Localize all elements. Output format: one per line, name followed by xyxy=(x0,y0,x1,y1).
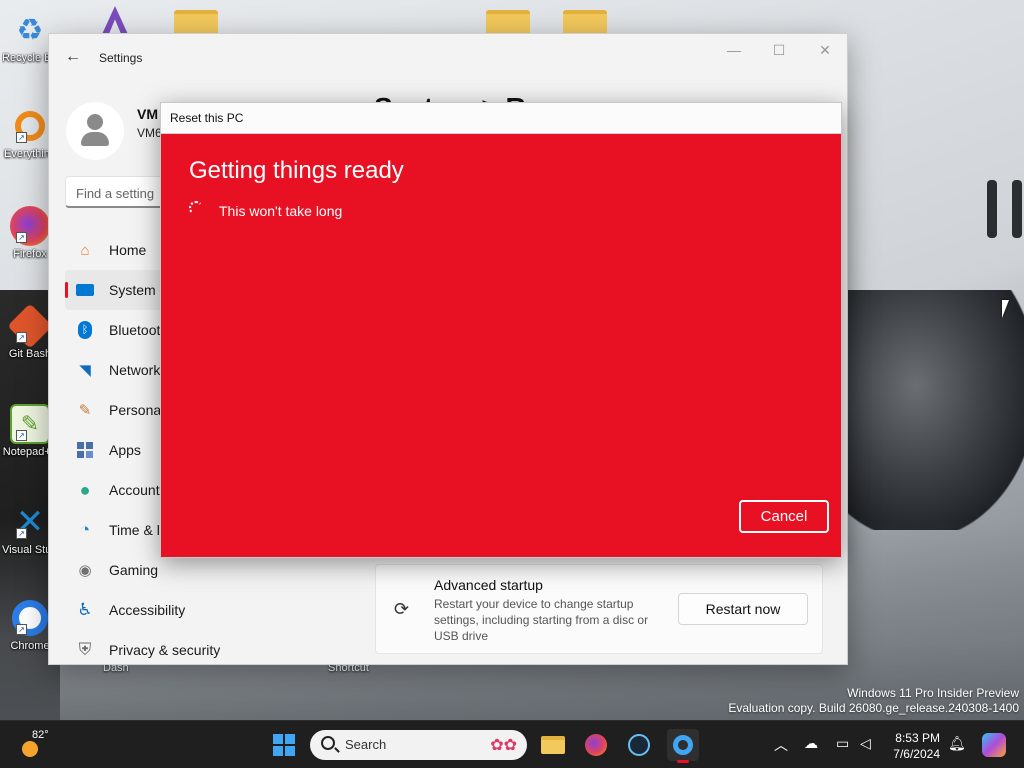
nav-item-accessibility[interactable]: ♿ Accessibility xyxy=(65,590,315,630)
dialog-heading: Getting things ready xyxy=(189,157,404,184)
weather-temp: 82° xyxy=(32,729,49,741)
firefox-taskbar-button[interactable] xyxy=(580,729,612,761)
windows-watermark: Windows 11 Pro Insider Preview Evaluatio… xyxy=(728,686,1019,716)
wallpaper-slot xyxy=(987,180,997,238)
shortcut-arrow-icon: ↗ xyxy=(16,528,27,539)
advanced-startup-description: Restart your device to change startup se… xyxy=(434,597,649,643)
settings-titlebar: ← Settings — ☐ ✕ xyxy=(49,34,847,82)
taskbar-search-input[interactable]: Search ✿✿ xyxy=(310,730,527,760)
wallpaper-shape xyxy=(840,290,1024,530)
file-explorer-button[interactable] xyxy=(537,729,569,761)
shortcut-arrow-icon: ↗ xyxy=(16,232,27,243)
avatar[interactable] xyxy=(66,102,124,160)
recycle-bin-icon: ♻ xyxy=(16,13,44,47)
copilot-icon[interactable] xyxy=(982,733,1006,757)
watermark-build: Evaluation copy. Build 26080.ge_release.… xyxy=(728,701,1019,715)
weather-widget[interactable]: 82° xyxy=(18,729,54,761)
nav-item-label: Accounts xyxy=(109,482,167,498)
advanced-startup-title: Advanced startup xyxy=(434,577,543,593)
steam-taskbar-button[interactable] xyxy=(623,729,655,761)
accessibility-icon: ♿ xyxy=(77,600,93,619)
restart-now-button[interactable]: Restart now xyxy=(678,593,808,625)
shortcut-arrow-icon: ↗ xyxy=(16,332,27,343)
window-title: Settings xyxy=(99,51,143,65)
wifi-icon: ◥ xyxy=(79,362,91,379)
search-highlight-flowers-icon: ✿✿ xyxy=(490,737,517,754)
close-button[interactable]: ✕ xyxy=(810,42,840,59)
show-hidden-icons-chevron-icon[interactable]: ︿ xyxy=(774,735,788,755)
shortcut-arrow-icon: ↗ xyxy=(16,132,27,143)
weather-sun-icon xyxy=(22,741,38,757)
watermark-edition: Windows 11 Pro Insider Preview xyxy=(847,686,1019,700)
avatar-body xyxy=(81,132,109,146)
advanced-startup-card: ⟳ Advanced startup Restart your device t… xyxy=(375,564,823,654)
file-explorer-icon xyxy=(541,736,565,754)
nav-item-privacy-security[interactable]: ⛨ Privacy & security xyxy=(65,630,315,670)
search-placeholder: Search xyxy=(345,737,387,752)
nav-item-label: Apps xyxy=(109,442,141,458)
back-arrow-icon[interactable]: ← xyxy=(65,48,81,66)
cancel-button[interactable]: Cancel xyxy=(739,500,829,533)
maximize-button[interactable]: ☐ xyxy=(764,42,794,59)
nav-item-label: Gaming xyxy=(109,562,159,578)
shortcut-arrow-icon: ↗ xyxy=(16,624,27,635)
system-display-icon xyxy=(75,280,95,300)
clock-time: 8:53 PM xyxy=(895,731,940,745)
volume-icon[interactable]: ◁ xyxy=(860,735,871,752)
home-icon: ⌂ xyxy=(80,241,90,259)
taskbar: 82° Search ✿✿ ︿ ☁ ▭ ◁ 8:53 PM 7/6/2024 🔔… xyxy=(0,720,1024,768)
shield-icon: ⛨ xyxy=(78,640,92,659)
nav-item-label: System xyxy=(109,282,156,298)
user-account: VM6 xyxy=(137,126,162,140)
wallpaper-slot xyxy=(1012,180,1022,238)
gamepad-icon: ◉ xyxy=(78,562,92,579)
git-bash-icon xyxy=(7,303,53,349)
onedrive-icon[interactable]: ☁ xyxy=(804,735,818,752)
shortcut-arrow-icon: ↗ xyxy=(16,430,27,441)
clock-date: 7/6/2024 xyxy=(893,747,940,761)
settings-taskbar-button[interactable] xyxy=(667,729,699,763)
steam-icon xyxy=(628,734,650,756)
network-icon[interactable]: ▭ xyxy=(836,735,849,752)
nav-item-label: Privacy & security xyxy=(109,642,221,658)
nav-item-label: Accessibility xyxy=(109,602,186,618)
restart-gear-icon: ⟳ xyxy=(394,599,410,619)
avatar-head xyxy=(87,114,103,130)
paintbrush-icon: ✎ xyxy=(78,402,92,419)
search-icon xyxy=(321,736,335,750)
start-button[interactable] xyxy=(268,729,300,761)
notification-bell-icon[interactable]: 🔔︎ xyxy=(948,735,966,752)
minimize-button[interactable]: — xyxy=(719,42,749,58)
bluetooth-icon: ᛒ xyxy=(75,320,95,340)
windows-logo-icon xyxy=(273,734,295,756)
firefox-icon xyxy=(585,734,607,756)
taskbar-clock[interactable]: 8:53 PM 7/6/2024 xyxy=(884,730,940,762)
nav-item-label: Home xyxy=(109,242,147,258)
apps-icon xyxy=(75,440,95,460)
reset-pc-dialog: Reset this PC Getting things ready This … xyxy=(160,102,842,558)
dialog-subtext: This won't take long xyxy=(219,203,343,219)
globe-clock-icon: ◔ xyxy=(79,520,91,539)
settings-icon xyxy=(673,735,693,755)
mouse-cursor-icon xyxy=(1002,300,1009,318)
user-name: VM xyxy=(137,106,158,122)
visual-studio-icon[interactable] xyxy=(101,6,129,36)
dialog-title: Reset this PC xyxy=(161,103,841,134)
account-icon: ● xyxy=(79,479,91,500)
loading-spinner-icon xyxy=(189,201,203,215)
